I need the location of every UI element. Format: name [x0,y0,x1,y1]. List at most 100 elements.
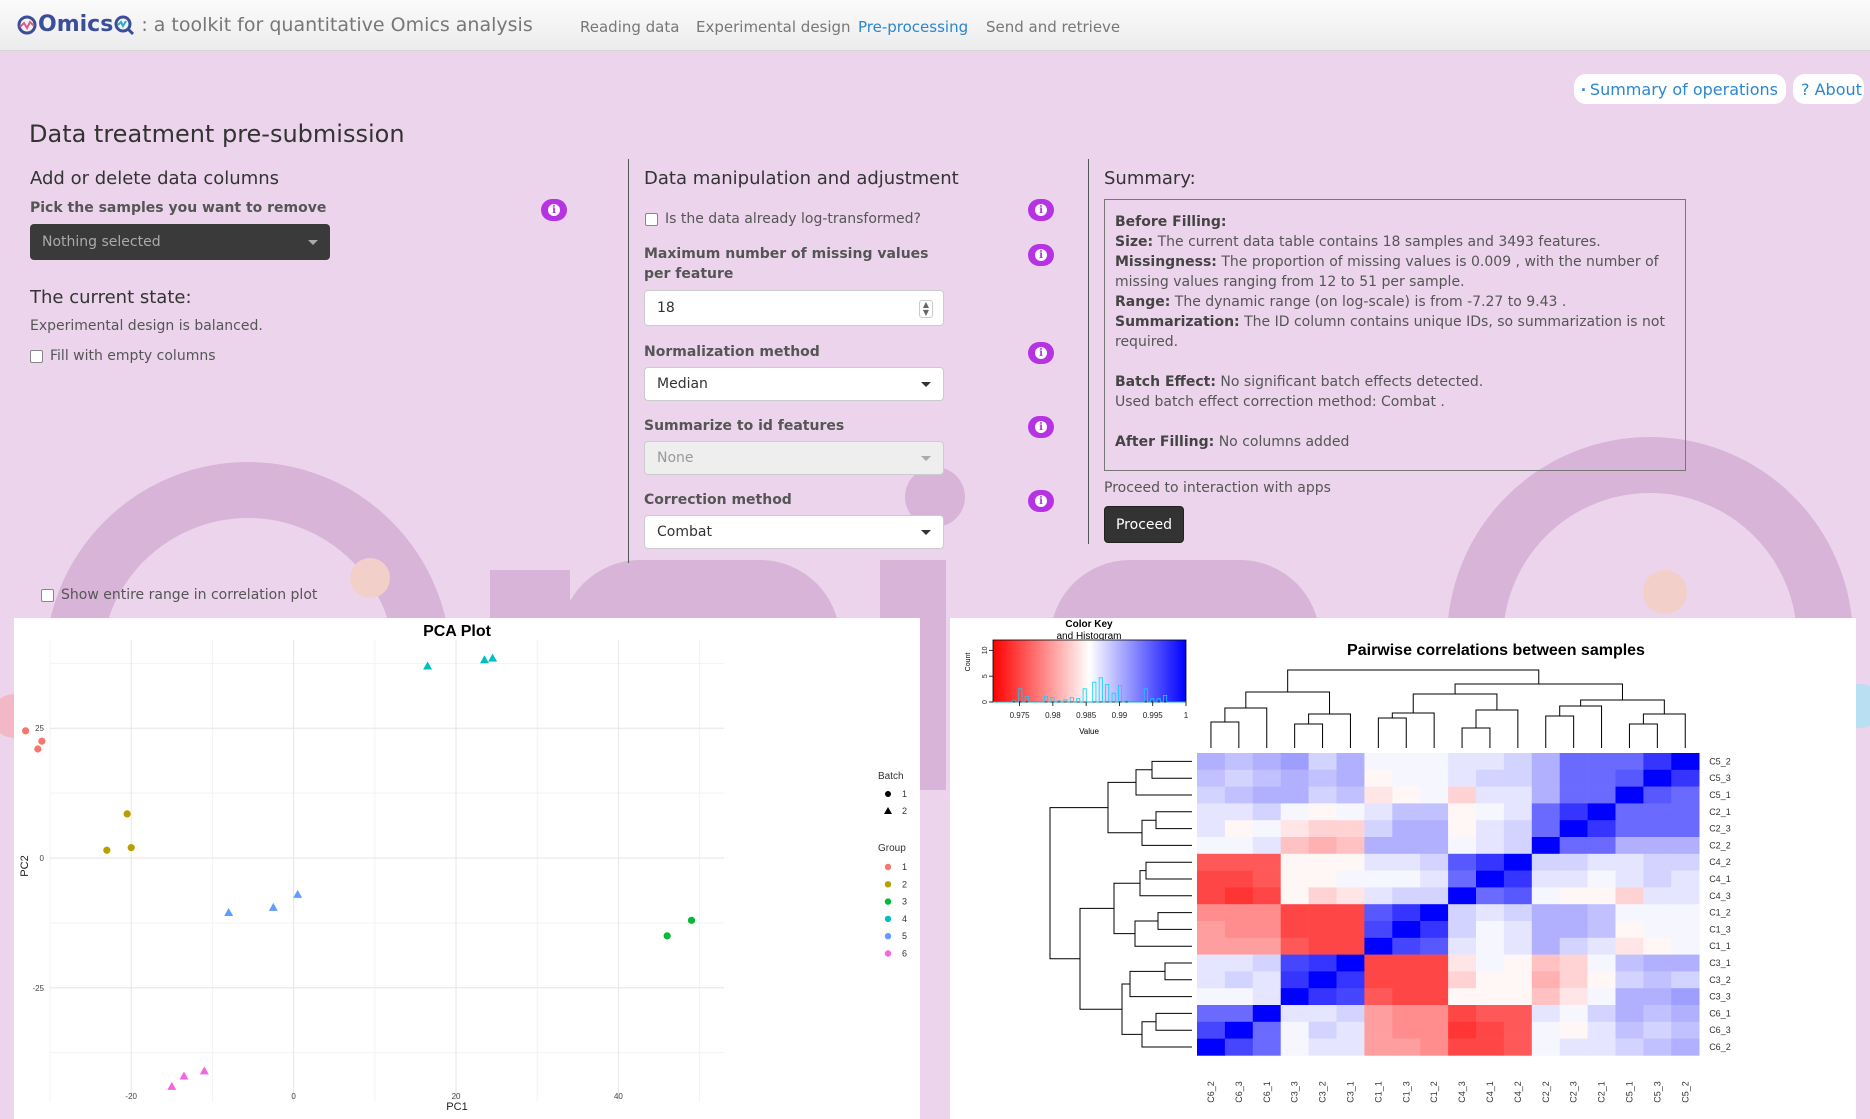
heatmap-cell [1671,921,1700,939]
heatmap-row-label: C5_3 [1709,773,1731,783]
correlation-heatmap: Pairwise correlations between samples Co… [965,619,1731,1103]
heatmap-cell [1448,837,1477,855]
color-key-tick-label: 0.99 [1112,711,1128,720]
heatmap-cell [1392,803,1421,821]
heatmap-cell [1503,971,1533,989]
dendrogram-branch [1245,691,1331,714]
heatmap-cell [1224,1005,1254,1023]
heatmap-cell [1671,786,1700,804]
pca-xlabel: PC1 [446,1101,467,1113]
heatmap-cell [1197,887,1226,905]
normalization-select[interactable]: Median [644,367,944,401]
nav-pre-processing[interactable]: Pre-processing [858,18,968,36]
heatmap-cell [1559,1038,1588,1056]
heatmap-cell [1252,1005,1281,1023]
heatmap-cell [1643,803,1672,821]
remove-samples-select[interactable]: Nothing selected [30,224,330,260]
heatmap-cell [1559,921,1588,939]
log-transformed-checkbox[interactable]: Is the data already log-transformed? [645,211,921,227]
heatmap-cell [1559,853,1588,871]
heatmap-row-label: C5_1 [1709,790,1731,800]
heatmap-cell [1252,988,1281,1006]
heatmap-cell [1643,769,1672,787]
heatmap-cell [1364,971,1393,989]
dendrogram-branch [1135,769,1192,796]
heatmap-cell [1224,853,1254,871]
log-transformed-label: Is the data already log-transformed? [665,211,921,227]
heatmap-row-label: C1_2 [1709,908,1731,918]
heatmap-cell [1476,820,1505,838]
heatmap-cell [1615,954,1644,972]
max-missing-info-icon[interactable]: i [1028,244,1054,266]
heatmap-cell [1503,820,1533,838]
nav-reading-data[interactable]: Reading data [580,18,679,36]
color-key-tick-label: 0.985 [1076,711,1097,720]
data-manipulation-heading: Data manipulation and adjustment [644,168,959,189]
summarize-select[interactable]: None [644,441,944,475]
heatmap-cell [1336,1005,1365,1023]
heatmap-column-label: C4_3 [1457,1081,1467,1103]
heatmap-cell [1364,937,1393,955]
heatmap-cell [1476,837,1505,855]
heatmap-cell [1559,971,1588,989]
normalization-info-icon[interactable]: i [1028,342,1054,364]
heatmap-cell [1224,904,1254,922]
pca-point [123,810,131,818]
dendrogram-branch [1164,962,1192,981]
legend-group-label: 3 [902,897,907,907]
checkbox-box[interactable] [41,588,54,602]
number-stepper-icon[interactable]: ▲ ▼ [919,300,933,318]
remove-samples-info-icon[interactable]: i [541,199,567,221]
heatmap-cell [1643,904,1672,922]
correction-label: Correction method [644,492,792,508]
heatmap-cell [1420,921,1449,939]
dendrogram-branch [1121,983,1142,1035]
about-label: About [1814,79,1862,99]
heatmap-row-label: C2_2 [1709,840,1731,850]
legend-group-key [884,881,892,888]
fill-empty-columns-checkbox[interactable]: Fill with empty columns [30,348,216,364]
correction-value: Combat [657,524,712,540]
heatmap-cell [1280,853,1309,871]
pca-point [663,932,671,940]
checkbox-box[interactable] [645,212,658,226]
chevron-down-icon [921,382,931,387]
summarize-info-icon[interactable]: i [1028,416,1054,438]
heatmap-cell [1308,803,1337,821]
heatmap-cell [1280,1005,1309,1023]
heatmap-cell [1476,904,1505,922]
heatmap-cell [1336,870,1365,888]
log-info-icon[interactable]: i [1028,199,1054,221]
summary-of-operations-button[interactable]: Summary of operations [1574,74,1786,104]
dendrogram-branch [1141,819,1192,846]
heatmap-row-label: C2_1 [1709,807,1731,817]
batch-method-text: Used batch effect correction method: Com… [1115,394,1445,410]
summary-box: Before Filling: Size: The current data t… [1104,199,1686,471]
show-entire-range-checkbox[interactable]: Show entire range in correlation plot [41,587,317,603]
heatmap-cell [1197,971,1226,989]
heatmap-cell [1392,786,1421,804]
proceed-button[interactable]: Proceed [1104,506,1184,543]
heatmap-column-label: C1_2 [1429,1081,1439,1103]
heatmap-cell [1252,837,1281,855]
max-missing-input[interactable]: 18 ▲ ▼ [644,290,944,326]
checkbox-box[interactable] [30,349,43,363]
heatmap-cell [1531,820,1560,838]
book-icon [1582,87,1585,91]
heatmap-cell [1308,937,1337,955]
dendrogram-branch [1210,721,1240,748]
heatmap-cell [1503,904,1533,922]
correction-info-icon[interactable]: i [1028,490,1054,512]
heatmap-column-label: C3_3 [1290,1081,1300,1103]
about-button[interactable]: ? About [1793,74,1864,104]
nav-send-and-retrieve[interactable]: Send and retrieve [986,18,1120,36]
heatmap-cell [1448,820,1477,838]
heatmap-cell [1531,837,1560,855]
nav-experimental-design[interactable]: Experimental design [696,18,851,36]
heatmap-cell [1308,853,1337,871]
correction-select[interactable]: Combat [644,515,944,549]
heatmap-cell [1448,988,1477,1006]
heatmap-cell [1503,887,1533,905]
current-state-text: Experimental design is balanced. [30,318,263,334]
brand[interactable]: Omics : a toolkit for quantitative Omics… [16,12,533,37]
